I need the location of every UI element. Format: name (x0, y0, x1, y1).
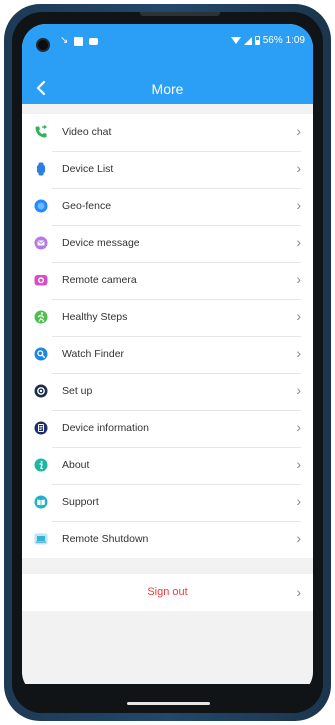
phone-icon (34, 125, 48, 139)
walk-icon (34, 310, 48, 324)
menu-item-label: Watch Finder (62, 348, 125, 360)
message-notification-icon (89, 37, 99, 45)
menu-item-label: About (62, 459, 90, 471)
document-icon (34, 421, 48, 435)
menu-item-remote-camera[interactable]: Remote camera › (22, 262, 313, 299)
home-indicator[interactable] (127, 702, 210, 705)
chevron-right-icon: › (296, 419, 301, 435)
menu-item-label: Video chat (62, 126, 112, 138)
page-title: More (151, 81, 184, 97)
menu-item-device-list[interactable]: Device List › (22, 151, 313, 188)
earpiece (140, 12, 220, 16)
circle-icon (34, 199, 48, 213)
menu-item-label: Support (62, 496, 99, 508)
menu-item-label: Healthy Steps (62, 311, 128, 323)
menu-item-device-message[interactable]: Device message › (22, 225, 313, 262)
menu-item-label: Device message (62, 237, 140, 249)
status-indicators: 56% 1:09 (230, 35, 305, 46)
chevron-right-icon: › (296, 271, 301, 287)
front-camera (36, 38, 50, 52)
menu-list: Video chat › Device List › Geo-fence › D… (22, 114, 313, 558)
search-icon (34, 347, 48, 361)
menu-item-support[interactable]: Support › (22, 484, 313, 521)
app-header: More (22, 74, 313, 104)
watch-icon (34, 162, 48, 176)
missed-call-icon: ↘ (60, 35, 69, 46)
menu-item-geo-fence[interactable]: Geo-fence › (22, 188, 313, 225)
screen: ↘ 56% 1:09 More Video chat › Device List… (22, 24, 313, 696)
menu-item-remote-shutdown[interactable]: Remote Shutdown › (22, 521, 313, 558)
message-icon (34, 236, 48, 250)
menu-item-watch-finder[interactable]: Watch Finder › (22, 336, 313, 373)
signal-icon (243, 36, 252, 45)
status-bar: ↘ 56% 1:09 (22, 24, 313, 74)
status-notifications: ↘ (60, 35, 99, 46)
battery-icon (254, 36, 260, 45)
menu-item-label: Geo-fence (62, 200, 112, 212)
menu-item-healthy-steps[interactable]: Healthy Steps › (22, 299, 313, 336)
menu-item-about[interactable]: About › (22, 447, 313, 484)
menu-item-device-information[interactable]: Device information › (22, 410, 313, 447)
chevron-right-icon: › (296, 530, 301, 546)
chevron-right-icon: › (296, 584, 301, 600)
chevron-right-icon: › (296, 123, 301, 139)
gear-icon (34, 384, 48, 398)
battery-time: 56% 1:09 (262, 35, 305, 46)
camera-icon (34, 273, 48, 287)
chevron-right-icon: › (296, 382, 301, 398)
menu-item-label: Device List (62, 163, 114, 175)
book-icon (34, 495, 48, 509)
menu-item-label: Remote camera (62, 274, 137, 286)
menu-item-label: Remote Shutdown (62, 533, 149, 545)
info-icon (34, 458, 48, 472)
menu-item-video-chat[interactable]: Video chat › (22, 114, 313, 151)
chevron-right-icon: › (296, 345, 301, 361)
chevron-right-icon: › (296, 308, 301, 324)
menu-item-set-up[interactable]: Set up › (22, 373, 313, 410)
menu-item-label: Device information (62, 422, 149, 434)
sign-out-label: Sign out (147, 586, 188, 598)
wifi-icon (230, 37, 241, 44)
phone-bezel: ↘ 56% 1:09 More Video chat › Device List… (12, 12, 323, 713)
navigation-bar (12, 684, 323, 713)
sign-out-button[interactable]: Sign out › (22, 574, 313, 611)
chevron-right-icon: › (296, 160, 301, 176)
chevron-right-icon: › (296, 197, 301, 213)
notification-square-icon (74, 36, 84, 46)
menu-item-label: Set up (62, 385, 93, 397)
chevron-right-icon: › (296, 234, 301, 250)
phone-frame: ↘ 56% 1:09 More Video chat › Device List… (4, 4, 331, 721)
chevron-right-icon: › (296, 493, 301, 509)
chevron-right-icon: › (296, 456, 301, 472)
laptop-icon (34, 532, 48, 546)
